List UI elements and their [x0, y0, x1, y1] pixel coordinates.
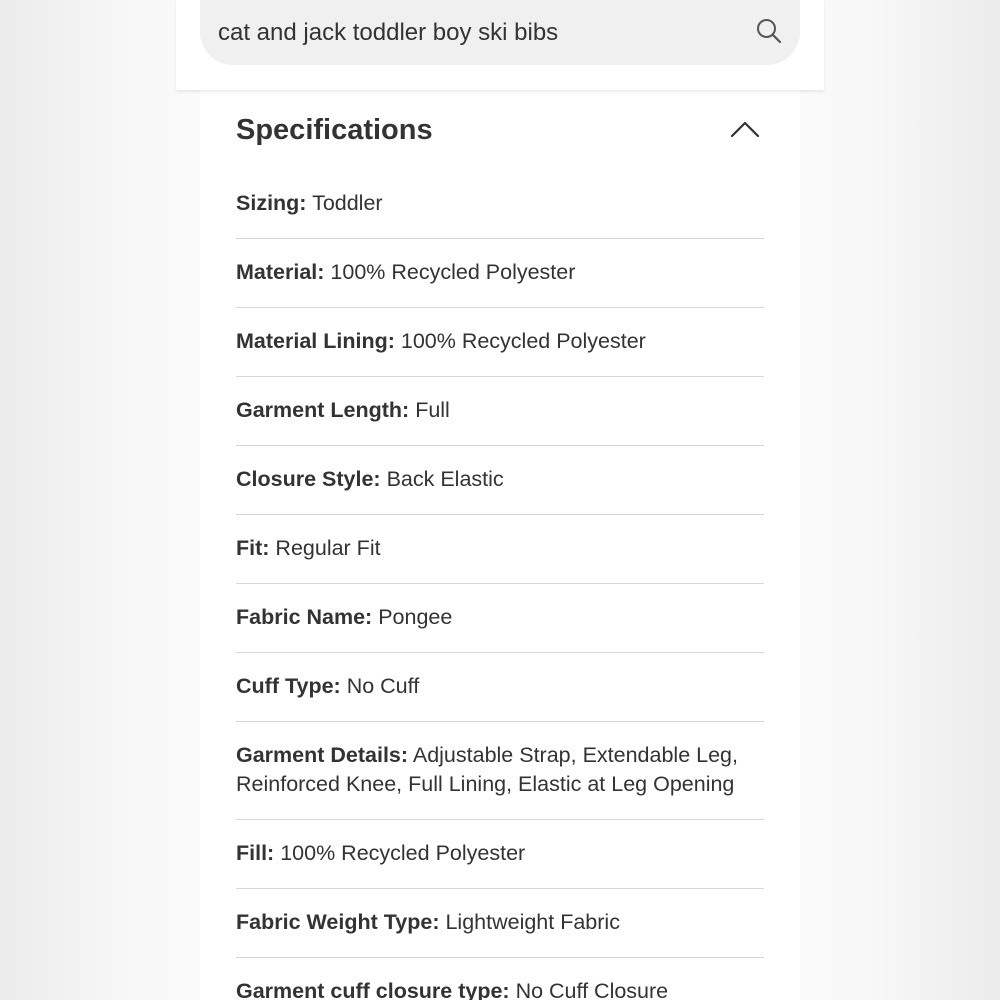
- spec-row-fabric-weight-type: Fabric Weight Type: Lightweight Fabric: [236, 889, 764, 958]
- spec-label: Fit:: [236, 536, 270, 560]
- spec-row-cuff-type: Cuff Type: No Cuff: [236, 653, 764, 722]
- spec-label: Garment Details:: [236, 743, 409, 767]
- specifications-card: Specifications Sizing: Toddler Material:…: [200, 90, 800, 1000]
- spec-value: Back Elastic: [386, 467, 504, 491]
- spec-row-fabric-name: Fabric Name: Pongee: [236, 584, 764, 653]
- spec-label: Fabric Name:: [236, 605, 373, 629]
- spec-row-garment-length: Garment Length: Full: [236, 377, 764, 446]
- spec-row-material-lining: Material Lining: 100% Recycled Polyester: [236, 308, 764, 377]
- spec-row-garment-cuff-closure-type: Garment cuff closure type: No Cuff Closu…: [236, 958, 764, 1000]
- spec-row-fill: Fill: 100% Recycled Polyester: [236, 820, 764, 889]
- search-input[interactable]: cat and jack toddler boy ski bibs: [218, 0, 728, 65]
- spec-value: 100% Recycled Polyester: [280, 841, 526, 865]
- spec-label: Material Lining:: [236, 329, 395, 353]
- spec-row-closure-style: Closure Style: Back Elastic: [236, 446, 764, 515]
- spec-value: No Cuff: [346, 674, 420, 698]
- header: cat and jack toddler boy ski bibs: [176, 0, 824, 90]
- spec-label: Sizing:: [236, 191, 307, 215]
- specifications-toggle[interactable]: Specifications: [236, 90, 764, 168]
- spec-value: Lightweight Fabric: [445, 910, 620, 934]
- spec-label: Closure Style:: [236, 467, 381, 491]
- spec-row-garment-details: Garment Details: Adjustable Strap, Exten…: [236, 722, 764, 820]
- spec-label: Material:: [236, 260, 325, 284]
- search-icon[interactable]: [754, 16, 784, 46]
- spec-value: Regular Fit: [275, 536, 381, 560]
- spec-value: 100% Recycled Polyester: [400, 329, 646, 353]
- spec-label: Garment Length:: [236, 398, 410, 422]
- spec-value: 100% Recycled Polyester: [330, 260, 576, 284]
- spec-value: Full: [415, 398, 450, 422]
- spec-value: Pongee: [378, 605, 453, 629]
- section-title: Specifications: [236, 113, 433, 146]
- page: cat and jack toddler boy ski bibs Specif…: [0, 0, 1000, 1000]
- spec-value: Toddler: [312, 191, 383, 215]
- spec-label: Garment cuff closure type:: [236, 979, 510, 1000]
- spec-row-sizing: Sizing: Toddler: [236, 170, 764, 239]
- spec-label: Fill:: [236, 841, 275, 865]
- spec-value: No Cuff Closure: [515, 979, 669, 1000]
- spec-list: Sizing: Toddler Material: 100% Recycled …: [236, 170, 764, 1000]
- search-bar[interactable]: cat and jack toddler boy ski bibs: [200, 0, 800, 65]
- spec-row-material: Material: 100% Recycled Polyester: [236, 239, 764, 308]
- spec-row-fit: Fit: Regular Fit: [236, 515, 764, 584]
- spec-label: Cuff Type:: [236, 674, 341, 698]
- spec-label: Fabric Weight Type:: [236, 910, 440, 934]
- chevron-up-icon[interactable]: [730, 119, 760, 139]
